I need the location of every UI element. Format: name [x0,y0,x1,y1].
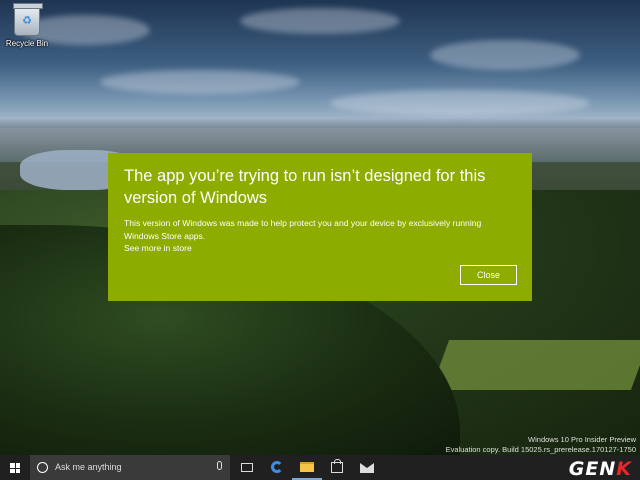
genk-logo: GENK [568,458,632,480]
recycle-bin-label: Recycle Bin [5,39,49,48]
store-button[interactable] [322,455,352,480]
task-view-icon [241,463,253,472]
taskbar: Ask me anything GENK [0,455,640,480]
see-more-in-store-link[interactable]: See more in store [124,242,516,254]
recycle-bin-icon: ♻ [13,3,43,36]
task-view-button[interactable] [232,455,262,480]
windows-logo-icon [10,463,20,473]
dialog-message: This version of Windows was made to help… [124,218,482,241]
cortana-icon [37,462,48,473]
dialog-title: The app you’re trying to run isn’t desig… [124,167,486,207]
file-explorer-button[interactable] [292,455,322,480]
watermark-edition: Windows 10 Pro Insider Preview [528,435,636,444]
start-button[interactable] [0,455,30,480]
search-placeholder: Ask me anything [55,462,122,472]
store-icon [331,459,343,473]
watermark-build: Evaluation copy. Build 15025.rs_prerelea… [445,445,636,454]
build-watermark: Windows 10 Pro Insider Preview Evaluatio… [446,435,636,455]
edge-icon [271,461,283,473]
mail-icon [360,463,374,473]
recycle-bin-shortcut[interactable]: ♻ Recycle Bin [4,3,50,48]
edge-button[interactable] [262,455,292,480]
mail-button[interactable] [352,455,382,480]
file-explorer-icon [300,462,314,472]
incompatible-app-dialog: The app you’re trying to run isn’t desig… [108,153,532,301]
search-box[interactable]: Ask me anything [30,455,230,480]
microphone-icon[interactable] [217,461,222,470]
close-button[interactable]: Close [460,265,517,285]
